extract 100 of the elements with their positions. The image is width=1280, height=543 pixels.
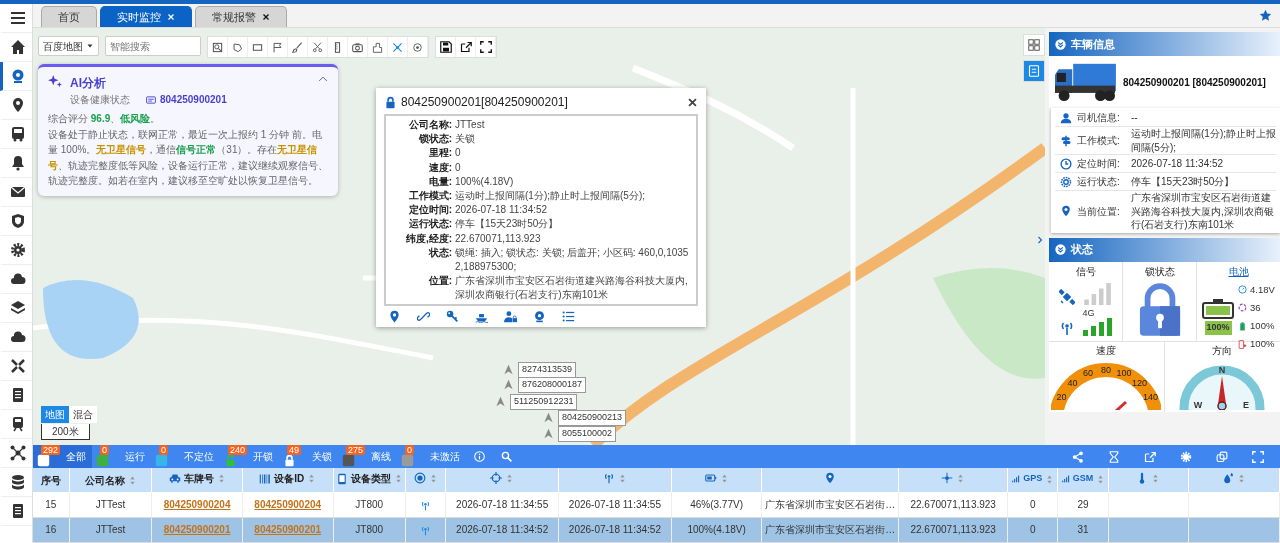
vehicle-marker-label[interactable]: 876208000187	[518, 377, 587, 393]
compass-label: W	[1194, 399, 1203, 410]
table-cell: 22.670071,113.923	[910, 498, 996, 510]
navigation-arrow-icon[interactable]	[495, 396, 506, 408]
gear-icon	[9, 242, 26, 258]
tab[interactable]: 实时监控	[100, 6, 192, 27]
location-pin-icon	[1060, 205, 1072, 218]
panel-title: AI分析	[70, 75, 107, 92]
close-icon[interactable]	[687, 96, 698, 108]
settings-icon[interactable]	[1180, 450, 1192, 463]
status-title: 方向	[1212, 343, 1233, 358]
close-icon[interactable]	[262, 13, 270, 21]
side-panel-button[interactable]	[1023, 34, 1045, 56]
table-cell: 2026-07-18 11:34:55	[456, 498, 549, 510]
copy-icon[interactable]	[1216, 450, 1228, 463]
export-icon[interactable]	[1144, 450, 1156, 463]
vehicle-marker-label[interactable]: 804250900213	[558, 410, 627, 426]
vehicle-marker-label[interactable]: 511250912231	[510, 394, 578, 410]
table-cell: 29	[1077, 498, 1089, 510]
navigation-arrow-icon[interactable]	[503, 364, 514, 376]
tick-label: 60	[1083, 367, 1094, 378]
antenna-icon	[420, 499, 432, 511]
popup-title: 804250900201[804250900201]	[401, 94, 569, 111]
map-type-dropdown[interactable]: 百度地图	[38, 36, 99, 56]
map-layer-button[interactable]: 混合	[69, 406, 97, 423]
table-cell: 2026-07-18 11:34:52	[568, 524, 661, 535]
filter-tab[interactable]: 0 未激活	[397, 445, 466, 468]
hourglass-icon[interactable]	[1108, 450, 1120, 463]
key-icon[interactable]	[446, 310, 459, 324]
tab[interactable]: 首页	[41, 6, 97, 27]
section-header[interactable]: 车辆信息	[1049, 32, 1280, 56]
filter-tab[interactable]: 0 运行	[92, 445, 151, 468]
webcam-icon[interactable]	[533, 310, 546, 324]
speedometer-icon	[1238, 285, 1248, 295]
field-value: 2026-07-18 11:34:52	[454, 203, 548, 218]
vehicle-marker-label[interactable]: 8274313539	[518, 362, 577, 378]
table-cell: JTTest	[95, 524, 126, 535]
filter-tab[interactable]: 240 开锁	[220, 445, 279, 468]
table-row[interactable]: 15 JTTest 804250900204 804250900204 JT800 2026-07-18 11:34:55 2026-07-18 11:34:55 46%(3.77V) 广东省深圳市宝安区石岩街… 22.670071,113.923 0 29	[33, 492, 1280, 517]
table-link[interactable]: 804250900204	[163, 498, 231, 510]
table-link[interactable]: 804250900204	[254, 498, 322, 510]
table-cell: 31	[1077, 524, 1089, 535]
crosshair-icon	[392, 41, 403, 53]
chevron-circle-icon	[1055, 38, 1066, 50]
field-value: 锁绳: 插入; 锁状态: 关锁; 后盖开; 小区码: 460,0,10352,188975300;	[454, 245, 690, 274]
tab[interactable]: 常规报警	[195, 6, 287, 27]
chain-icon[interactable]	[417, 310, 430, 324]
list-icon[interactable]	[562, 310, 575, 324]
tick-label: 120	[1132, 377, 1148, 388]
section-header[interactable]: 状态	[1049, 237, 1280, 262]
analysis-text: 综合评分 96.9、低风险。	[48, 112, 162, 126]
field-label: 锁状态:	[417, 132, 452, 147]
search-field[interactable]: 智能搜索	[105, 36, 201, 56]
filter-tab[interactable]: 49 关锁	[279, 445, 338, 468]
count-badge: 240	[228, 445, 248, 455]
field-value: 22.670071,113.923	[454, 231, 541, 246]
bell-icon	[9, 155, 26, 171]
truck-icon	[1053, 62, 1117, 102]
field-value: JTTest	[454, 118, 485, 132]
layers-icon	[9, 300, 26, 316]
zoom-box-icon	[212, 41, 223, 53]
chevron-right-icon[interactable]	[1036, 236, 1044, 245]
filter-tab[interactable]: 275 离线	[338, 445, 397, 468]
field-value: 100%(4.18V)	[454, 174, 514, 189]
home-icon	[9, 39, 26, 55]
target-icon	[412, 41, 423, 53]
navigation-arrow-icon[interactable]	[543, 428, 554, 440]
navigation-arrow-icon[interactable]	[503, 379, 514, 391]
crosshair-icon	[490, 472, 503, 484]
brush-icon	[292, 41, 303, 53]
collapse-icon[interactable]	[318, 74, 328, 84]
filter-tab[interactable]: 292 全部	[33, 445, 92, 468]
gear-ring-icon	[1060, 175, 1072, 188]
table-cell: 22.670071,113.923	[910, 524, 996, 535]
person-lock-icon[interactable]	[504, 310, 517, 324]
shield-icon	[9, 213, 26, 229]
signal-bars-icon	[1011, 474, 1021, 484]
rectangle-icon	[252, 41, 263, 53]
battery-link[interactable]: 电池	[1228, 263, 1249, 279]
side-panel-button[interactable]	[1023, 60, 1045, 82]
navigation-arrow-icon[interactable]	[543, 412, 554, 424]
info-label: 工作模式:	[1077, 133, 1121, 148]
location-pin-icon[interactable]	[388, 310, 401, 324]
battery-reading: 100%	[1250, 319, 1275, 333]
info-value: --	[1131, 111, 1138, 123]
vehicle-marker-label[interactable]: 8055100002	[558, 426, 617, 442]
search-icon[interactable]	[501, 451, 512, 462]
share-icon[interactable]	[1072, 450, 1084, 463]
fullscreen-icon[interactable]	[1252, 450, 1264, 463]
network-icon	[9, 445, 26, 461]
map-layer-button[interactable]: 地图	[41, 406, 69, 423]
count-badge: 275	[346, 445, 366, 455]
water-drops-icon	[1222, 472, 1235, 484]
count-badge: 0	[405, 445, 414, 455]
id-card-icon	[146, 94, 156, 105]
star-icon[interactable]	[1259, 9, 1272, 22]
table-cell: 广东省深圳市宝安区石岩街…	[765, 498, 896, 510]
info-icon[interactable]	[474, 451, 485, 462]
filter-tab[interactable]: 0 不定位	[151, 445, 220, 468]
fullscreen-icon	[479, 41, 492, 53]
